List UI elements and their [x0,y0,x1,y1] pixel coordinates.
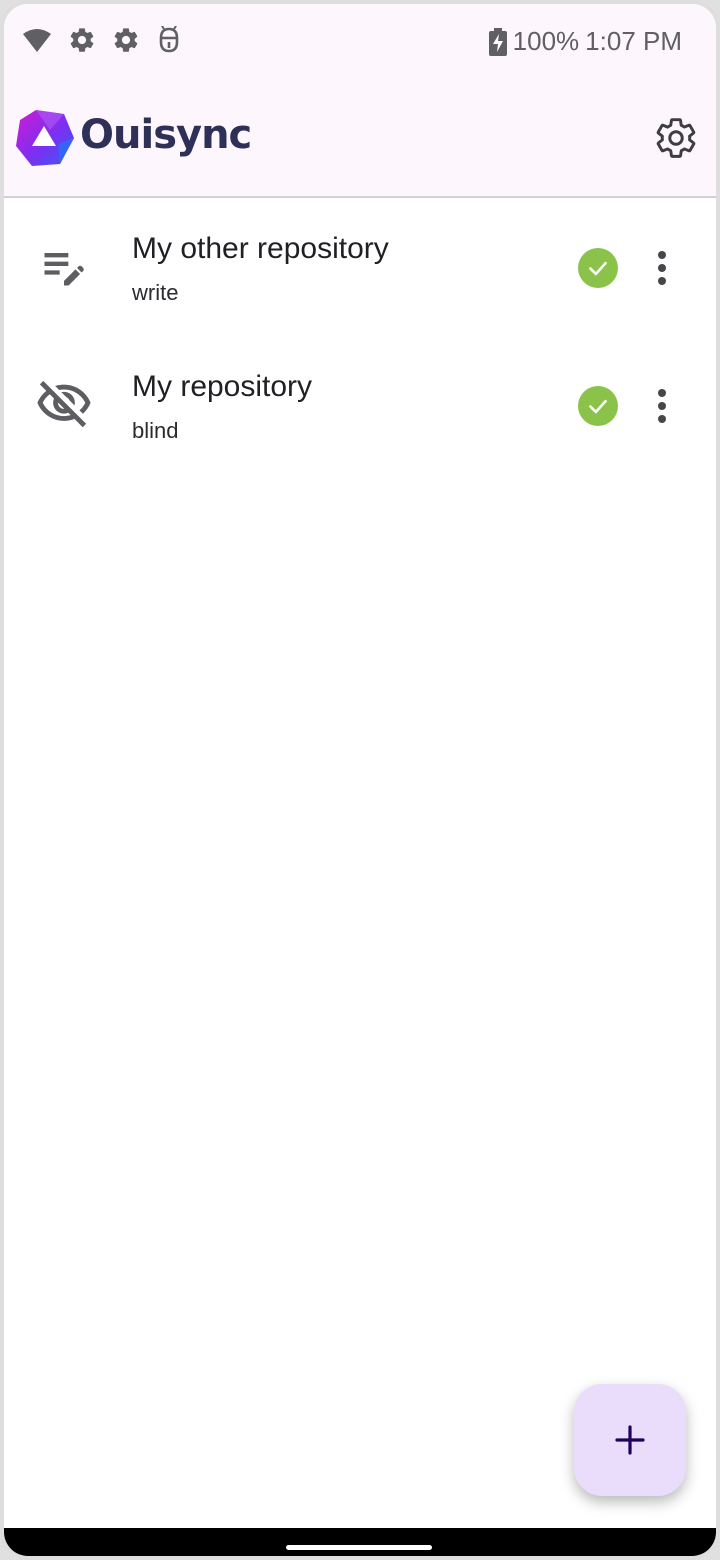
ouisync-logo-icon [16,110,74,166]
lead-icon-container [34,374,94,434]
repository-access: write [132,280,179,305]
home-gesture-handle[interactable] [286,1545,432,1550]
more-vert-icon [658,251,666,285]
settings-notification-icon [114,28,138,52]
status-bar: 100% 1:07 PM [4,4,716,82]
repository-access: blind [132,418,179,443]
repository-name: My repository [132,370,313,403]
debug-icon [159,26,179,53]
clock: 1:07 PM [585,26,682,56]
repository-item[interactable]: My repository blind [4,336,716,474]
lead-icon-container [34,236,94,296]
gear-icon [656,118,696,158]
status-bar-right: 100% 1:07 PM [488,26,682,57]
repository-item[interactable]: My other repository write [4,198,716,336]
repository-list: My other repository write My repository … [4,198,716,474]
device-screen: 100% 1:07 PM Ouisync My other repository… [0,0,720,1560]
navigation-bar [4,1528,716,1556]
repository-menu-button[interactable] [644,242,680,294]
more-vert-icon [658,389,666,423]
visibility-off-icon [37,380,91,428]
battery-charging-icon [488,27,507,56]
settings-notification-icon [70,28,94,52]
wifi-icon [23,29,51,52]
repository-name: My other repository [132,232,389,265]
repository-menu-button[interactable] [644,380,680,432]
edit-note-icon [44,253,84,286]
synced-check-icon [578,248,618,288]
synced-check-icon [578,386,618,426]
battery-percentage: 100% [512,26,580,56]
add-repository-fab[interactable] [574,1384,686,1496]
app-title: Ouisync [80,112,252,158]
app-bar: Ouisync [4,82,716,196]
settings-button[interactable] [650,112,702,164]
status-bar-left-icons [22,26,182,54]
add-icon [615,1425,645,1455]
